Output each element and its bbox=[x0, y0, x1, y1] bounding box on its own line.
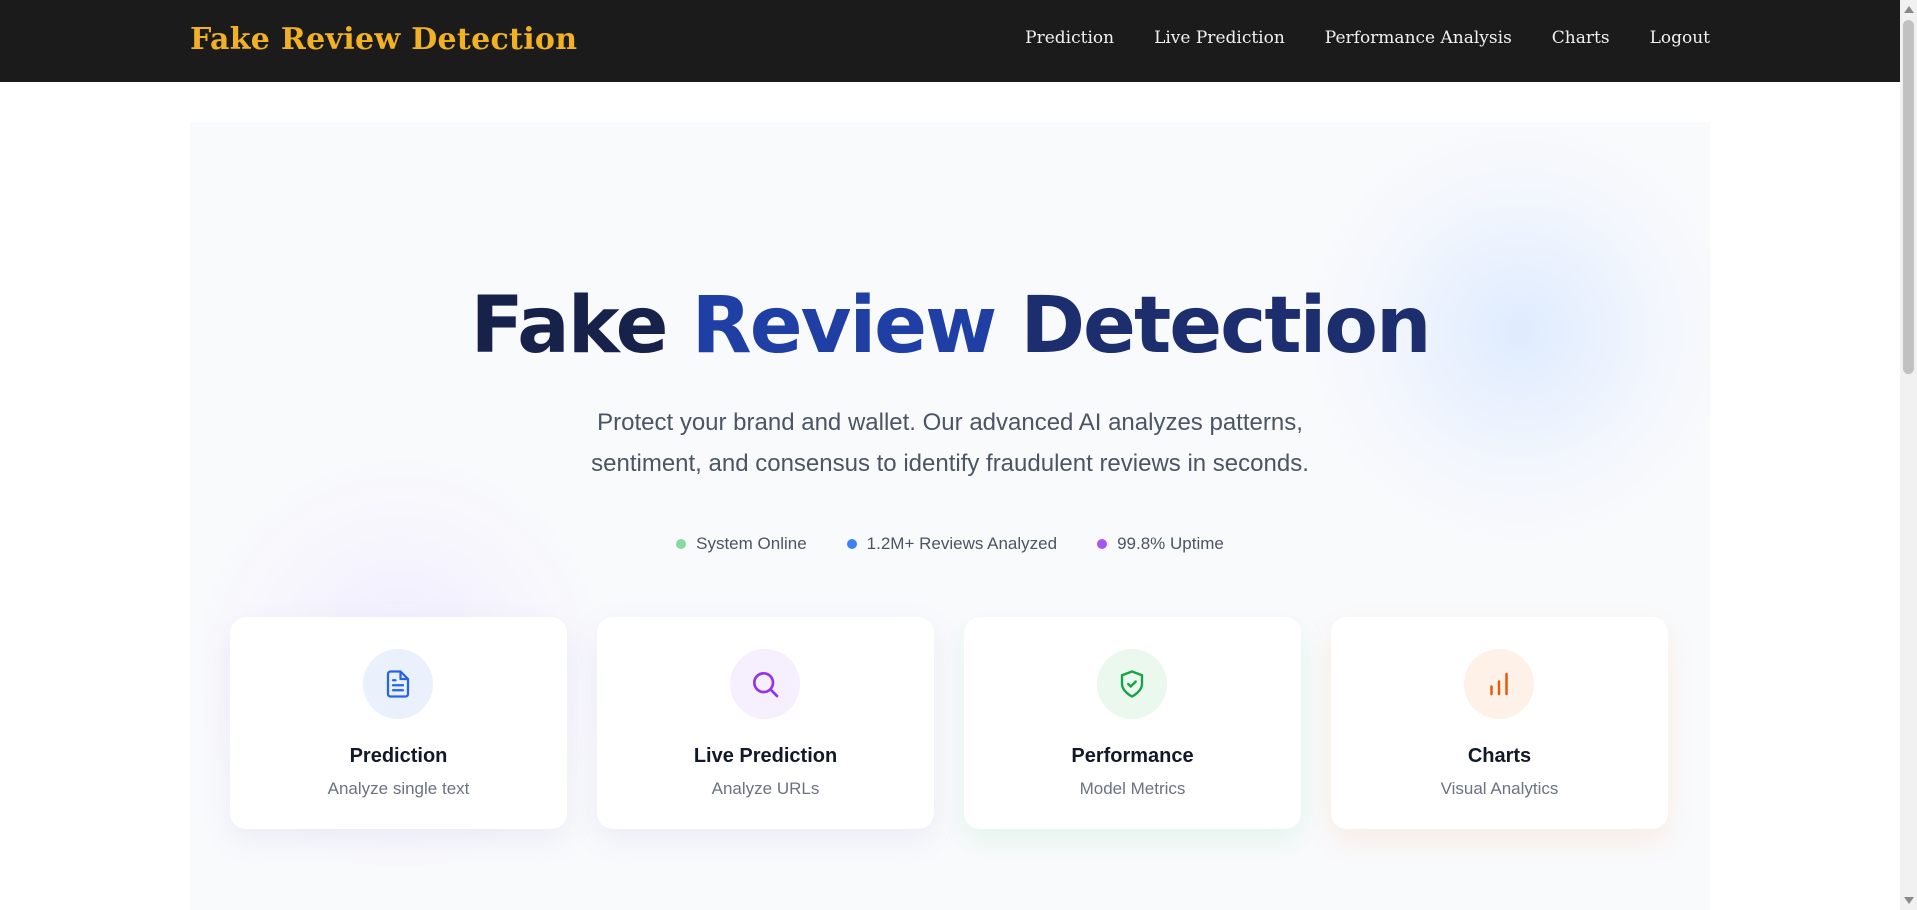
hero-title-word-1: Fake bbox=[470, 281, 668, 371]
scroll-thumb[interactable] bbox=[1903, 20, 1914, 374]
status-dot-blue bbox=[846, 539, 857, 549]
card-title: Prediction bbox=[349, 745, 448, 767]
stat-label: 99.8% Uptime bbox=[1117, 534, 1224, 553]
brand-logo[interactable]: Fake Review Detection bbox=[190, 22, 577, 57]
stat-uptime: 99.8% Uptime bbox=[1097, 534, 1224, 554]
bar-chart-icon bbox=[1464, 649, 1534, 719]
card-subtitle: Visual Analytics bbox=[1440, 779, 1559, 798]
hero-section: Fake Review Detection Protect your brand… bbox=[190, 122, 1710, 910]
status-dot-green bbox=[676, 539, 687, 549]
scroll-up-arrow-icon[interactable] bbox=[1904, 6, 1914, 13]
nav-link-prediction[interactable]: Prediction bbox=[1025, 28, 1114, 48]
card-title: Live Prediction bbox=[693, 745, 838, 767]
hero-subtitle: Protect your brand and wallet. Our advan… bbox=[190, 402, 1710, 484]
card-title: Charts bbox=[1467, 745, 1532, 767]
document-icon bbox=[363, 649, 433, 719]
stat-system-online: System Online bbox=[676, 534, 807, 554]
card-prediction[interactable]: Prediction Analyze single text bbox=[230, 617, 567, 829]
hero-title: Fake Review Detection bbox=[190, 287, 1710, 365]
stat-reviews-analyzed: 1.2M+ Reviews Analyzed bbox=[846, 534, 1058, 554]
vertical-scrollbar[interactable] bbox=[1900, 0, 1917, 910]
hero-subtitle-line-1: Protect your brand and wallet. Our advan… bbox=[597, 409, 1303, 436]
card-live-prediction[interactable]: Live Prediction Analyze URLs bbox=[597, 617, 934, 829]
feature-cards: Prediction Analyze single text Live Pred… bbox=[230, 617, 1668, 829]
card-subtitle: Model Metrics bbox=[1079, 779, 1186, 798]
nav-link-logout[interactable]: Logout bbox=[1650, 28, 1710, 48]
card-subtitle: Analyze URLs bbox=[711, 779, 820, 798]
card-title: Performance bbox=[1071, 745, 1194, 767]
hero-title-word-3: Detection bbox=[1020, 281, 1431, 371]
status-stats: System Online 1.2M+ Reviews Analyzed 99.… bbox=[190, 534, 1710, 554]
nav-link-charts[interactable]: Charts bbox=[1552, 28, 1610, 48]
shield-check-icon bbox=[1097, 649, 1167, 719]
stat-label: 1.2M+ Reviews Analyzed bbox=[866, 534, 1058, 553]
nav-link-performance-analysis[interactable]: Performance Analysis bbox=[1325, 28, 1512, 48]
status-dot-purple bbox=[1097, 539, 1108, 549]
search-icon bbox=[730, 649, 800, 719]
card-performance[interactable]: Performance Model Metrics bbox=[964, 617, 1301, 829]
scroll-down-arrow-icon[interactable] bbox=[1904, 897, 1914, 904]
card-subtitle: Analyze single text bbox=[327, 779, 470, 798]
hero-title-word-2: Review bbox=[691, 281, 998, 371]
nav-links: Prediction Live Prediction Performance A… bbox=[1025, 28, 1710, 48]
navbar: Fake Review Detection Prediction Live Pr… bbox=[0, 0, 1900, 82]
hero-subtitle-line-2: sentiment, and consensus to identify fra… bbox=[591, 450, 1309, 477]
stat-label: System Online bbox=[696, 534, 807, 553]
main-page: Fake Review Detection Protect your brand… bbox=[0, 82, 1900, 910]
nav-link-live-prediction[interactable]: Live Prediction bbox=[1154, 28, 1285, 48]
card-charts[interactable]: Charts Visual Analytics bbox=[1331, 617, 1668, 829]
